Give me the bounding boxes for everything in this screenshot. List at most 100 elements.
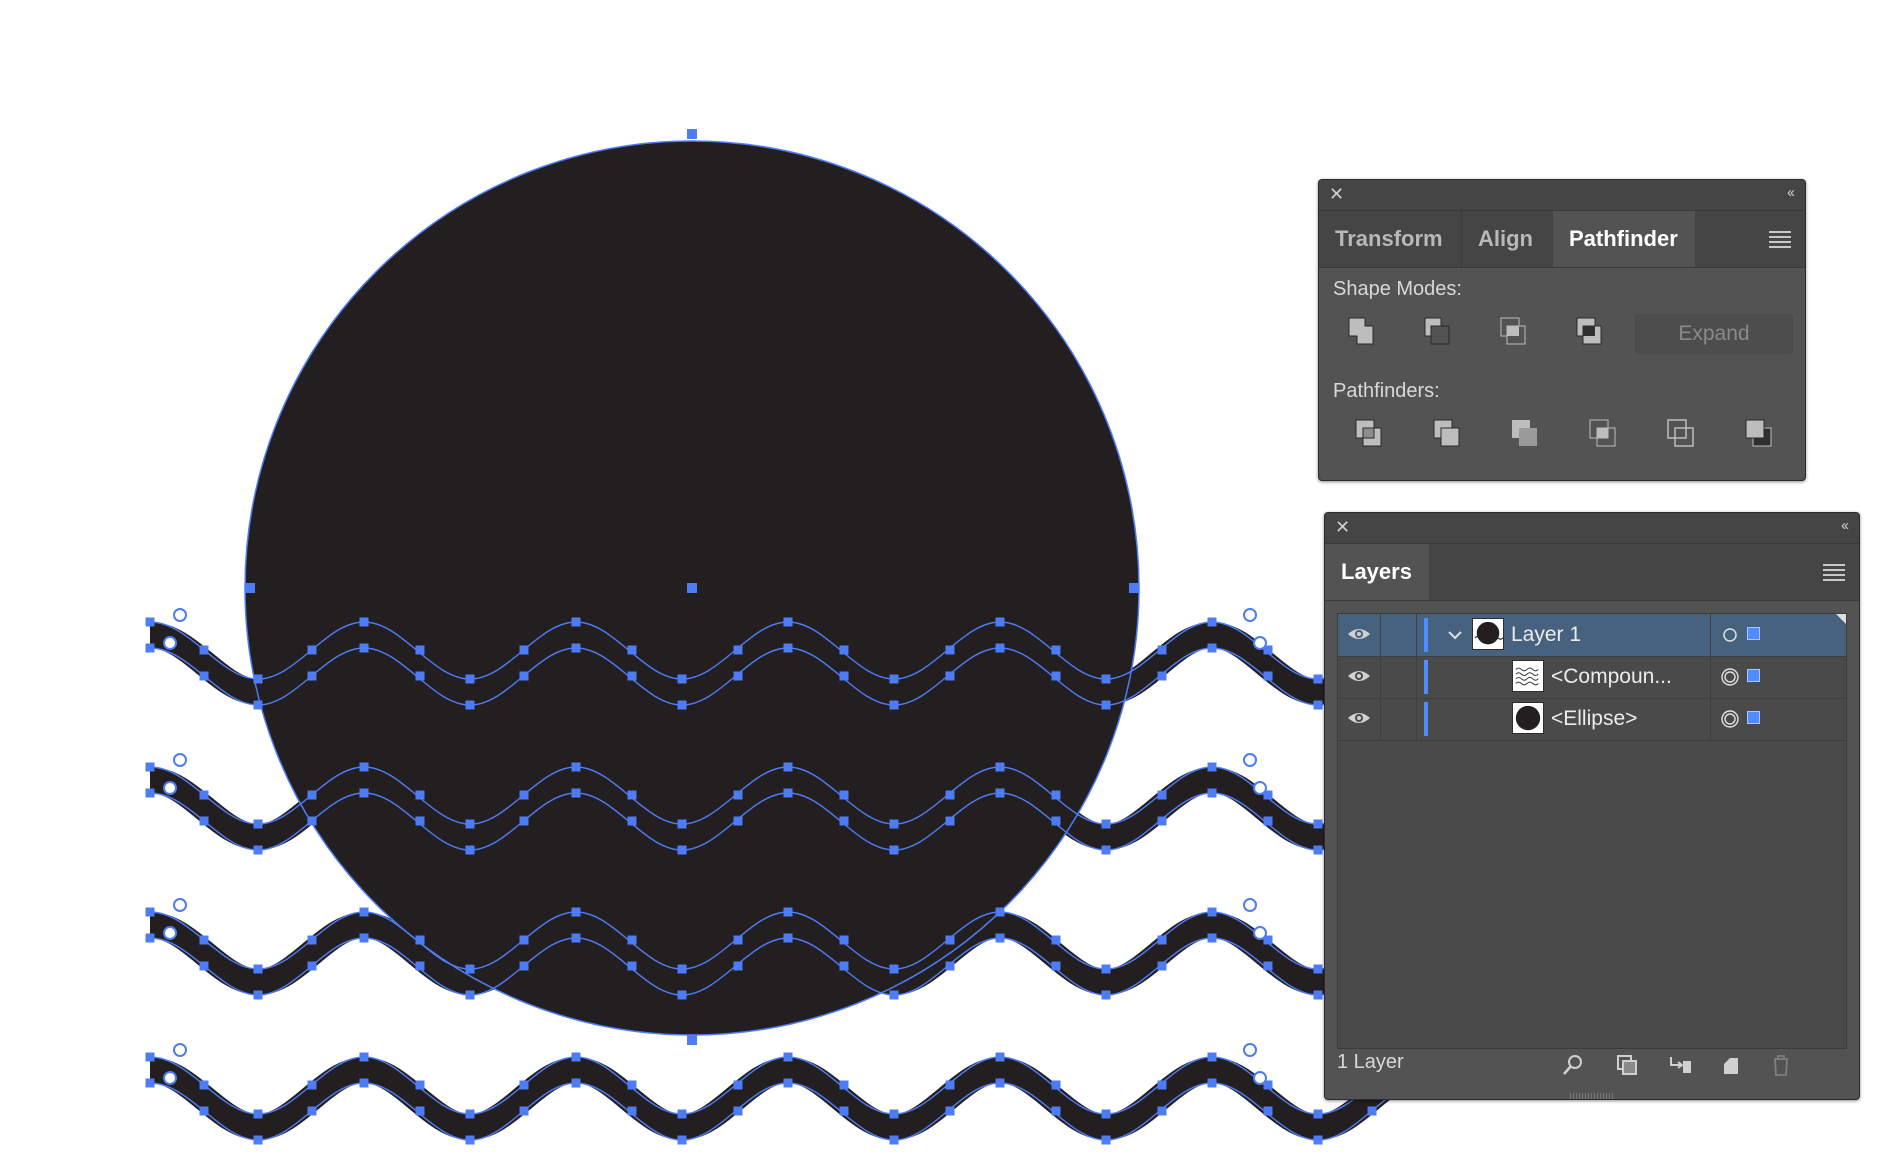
anchor-point[interactable] (889, 700, 899, 710)
anchor-point[interactable] (307, 1106, 317, 1116)
anchor-point[interactable] (1263, 816, 1273, 826)
end-handle[interactable] (1243, 1043, 1257, 1057)
anchor-point[interactable] (307, 790, 317, 800)
anchor-point[interactable] (889, 1109, 899, 1119)
anchor-point[interactable] (1051, 671, 1061, 681)
anchor-point[interactable] (733, 790, 743, 800)
layer-name[interactable]: <Ellipse> (1551, 698, 1637, 740)
anchor-point[interactable] (889, 674, 899, 684)
outline-icon[interactable] (1661, 414, 1701, 454)
anchor-point[interactable] (733, 671, 743, 681)
anchor-point[interactable] (627, 1106, 637, 1116)
anchor-point[interactable] (145, 1078, 155, 1088)
anchor-point[interactable] (199, 961, 209, 971)
layer-name[interactable]: Layer 1 (1511, 614, 1581, 656)
target-double-circle-icon[interactable] (1720, 709, 1740, 729)
anchor-point[interactable] (253, 845, 263, 855)
anchor-point[interactable] (199, 1080, 209, 1090)
anchor-point[interactable] (839, 1080, 849, 1090)
anchor-point[interactable] (889, 819, 899, 829)
anchor-point[interactable] (783, 762, 793, 772)
anchor-point[interactable] (1101, 964, 1111, 974)
make-clipping-mask-icon[interactable] (1615, 1053, 1639, 1077)
end-handle[interactable] (173, 753, 187, 767)
anchor-point[interactable] (359, 933, 369, 943)
anchor-point[interactable] (307, 671, 317, 681)
anchor-point[interactable] (359, 617, 369, 627)
anchor-point[interactable] (519, 645, 529, 655)
anchor-point[interactable] (1207, 788, 1217, 798)
anchor-point[interactable] (783, 933, 793, 943)
anchor-point[interactable] (945, 1106, 955, 1116)
anchor-point[interactable] (1051, 961, 1061, 971)
panel-menu-icon[interactable] (1769, 231, 1791, 248)
anchor-point[interactable] (733, 816, 743, 826)
anchor-point[interactable] (677, 1135, 687, 1145)
anchor-point[interactable] (1101, 674, 1111, 684)
end-handle[interactable] (1243, 608, 1257, 622)
anchor-point[interactable] (1051, 790, 1061, 800)
anchor-point[interactable] (995, 1052, 1005, 1062)
anchor-point[interactable] (571, 617, 581, 627)
anchor-point[interactable] (145, 617, 155, 627)
anchor-point[interactable] (145, 1052, 155, 1062)
anchor-point[interactable] (1207, 643, 1217, 653)
anchor-point[interactable] (945, 671, 955, 681)
anchor-point[interactable] (199, 671, 209, 681)
anchor-point[interactable] (627, 1080, 637, 1090)
anchor-point[interactable] (307, 935, 317, 945)
anchor-point[interactable] (783, 1078, 793, 1088)
anchor-point[interactable] (1157, 816, 1167, 826)
end-handle[interactable] (163, 926, 177, 940)
anchor-point[interactable] (415, 671, 425, 681)
anchor-point[interactable] (1263, 671, 1273, 681)
anchor-point[interactable] (839, 961, 849, 971)
anchor-point[interactable] (839, 816, 849, 826)
anchor-point[interactable] (839, 1106, 849, 1116)
anchor-point[interactable] (1051, 935, 1061, 945)
divide-icon[interactable] (1349, 414, 1389, 454)
anchor-point[interactable] (253, 1109, 263, 1119)
anchor-point[interactable] (627, 671, 637, 681)
anchor-point[interactable] (783, 907, 793, 917)
anchor-point[interactable] (1263, 961, 1273, 971)
anchor-point[interactable] (519, 935, 529, 945)
tab-align[interactable]: Align (1462, 211, 1552, 267)
anchor-point[interactable] (571, 907, 581, 917)
anchor-point[interactable] (1313, 964, 1323, 974)
anchor-point[interactable] (1101, 1109, 1111, 1119)
anchor-point[interactable] (1207, 617, 1217, 627)
anchor-point[interactable] (677, 819, 687, 829)
anchor-point[interactable] (627, 961, 637, 971)
anchor-point[interactable] (1367, 1106, 1377, 1116)
anchor-point[interactable] (359, 1052, 369, 1062)
anchor-point[interactable] (733, 1080, 743, 1090)
anchor-point[interactable] (307, 816, 317, 826)
visibility-eye-icon[interactable] (1346, 624, 1372, 644)
anchor-point[interactable] (733, 645, 743, 655)
anchor-point[interactable] (1101, 845, 1111, 855)
anchor-point[interactable] (1101, 700, 1111, 710)
unite-icon[interactable] (1341, 312, 1381, 352)
anchor-point[interactable] (1051, 816, 1061, 826)
anchor-point[interactable] (945, 935, 955, 945)
anchor-point[interactable] (1313, 990, 1323, 1000)
anchor-point[interactable] (415, 645, 425, 655)
merge-icon[interactable] (1505, 414, 1545, 454)
anchor-point[interactable] (571, 933, 581, 943)
resize-grip[interactable] (1570, 1093, 1614, 1099)
anchor-point[interactable] (945, 790, 955, 800)
anchor-point[interactable] (945, 961, 955, 971)
anchor-point[interactable] (145, 788, 155, 798)
anchor-point[interactable] (1313, 1135, 1323, 1145)
anchor-point[interactable] (733, 935, 743, 945)
anchor-point[interactable] (677, 700, 687, 710)
anchor-point[interactable] (1051, 645, 1061, 655)
anchor-point[interactable] (519, 1080, 529, 1090)
anchor-point[interactable] (253, 700, 263, 710)
anchor-point[interactable] (571, 1078, 581, 1088)
anchor-point[interactable] (253, 674, 263, 684)
anchor-point[interactable] (465, 700, 475, 710)
anchor-point[interactable] (307, 961, 317, 971)
layer-name[interactable]: <Compoun... (1551, 656, 1672, 698)
